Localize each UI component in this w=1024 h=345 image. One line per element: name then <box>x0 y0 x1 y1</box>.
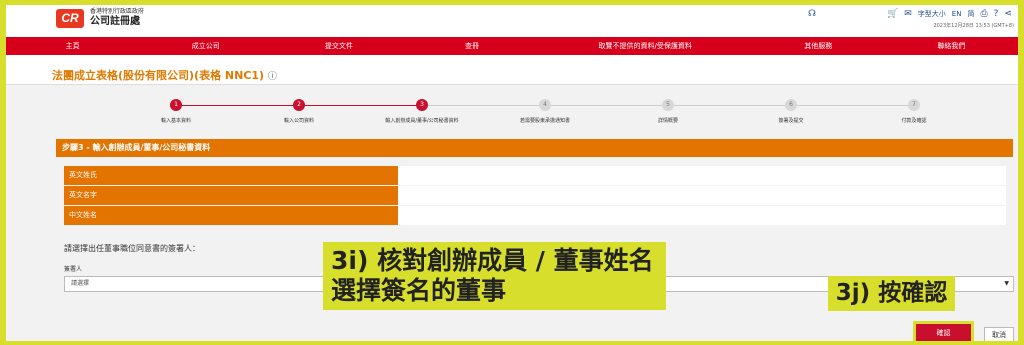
step-dot: 3 <box>416 99 428 111</box>
step-label: 輸入基本資料 <box>160 118 191 124</box>
field-label: 中文姓名 <box>64 206 398 225</box>
confirm-button[interactable]: 確認 <box>916 324 971 341</box>
field-value <box>398 186 1006 205</box>
step-label: 輸入公司資料 <box>283 118 314 124</box>
field-value <box>398 206 1006 225</box>
nav-search[interactable]: 查冊 <box>405 37 538 55</box>
stepper: 1 輸入基本資料 2 輸入公司資料 3 輸入創辦成員/董事/公司秘書資料 4 若… <box>126 99 966 131</box>
step-1: 1 輸入基本資料 <box>126 99 226 124</box>
step-2: 2 輸入公司資料 <box>249 99 349 124</box>
step-label: 付款及確認 <box>901 118 927 124</box>
site-header: CR 香港特別行政區政府 公司註冊處 ☊ 🛒 ✉ 字型大小 EN 简 ⎙ ? ⋖… <box>6 5 1018 37</box>
office-name: 公司註冊處 <box>90 16 140 27</box>
nav-contact[interactable]: 聯絡我們 <box>885 37 1018 55</box>
annotation-callout-3j: 3j) 按確認 <box>828 276 955 311</box>
info-icon[interactable]: ⓘ <box>268 72 277 82</box>
nav-home[interactable]: 主頁 <box>6 37 139 55</box>
cr-logo[interactable]: CR <box>56 9 84 28</box>
main-nav: 主頁 成立公司 提交文件 查冊 取覽不提供的資料/受保護資料 其他服務 聯絡我們 <box>6 37 1018 55</box>
step-4: 4 若需要股東承擔通知書 <box>495 99 595 124</box>
headset-icon[interactable]: ☊ <box>808 9 816 19</box>
signer-question: 請選擇出任董事職位同意書的簽署人： <box>64 244 200 253</box>
field-given-name: 英文名字 <box>64 186 1006 205</box>
header-tools: 🛒 ✉ 字型大小 EN 简 ⎙ ? ⋖ <box>887 9 1012 19</box>
step-dot: 1 <box>170 99 182 111</box>
step-3: 3 輸入創辦成員/董事/公司秘書資料 <box>372 99 472 124</box>
cancel-button[interactable]: 取消 <box>984 327 1014 341</box>
field-surname: 英文姓氏 <box>64 166 1006 185</box>
lang-tc-link[interactable]: 简 <box>967 9 974 19</box>
step-7: 7 付款及確認 <box>864 99 964 124</box>
step-dot: 4 <box>539 99 551 111</box>
print-icon[interactable]: ⎙ <box>980 9 987 19</box>
nav-protected-info[interactable]: 取覽不提供的資料/受保護資料 <box>539 37 752 55</box>
confirm-button-highlight: 確認 <box>913 321 974 341</box>
step-dot: 5 <box>662 99 674 111</box>
font-size-link[interactable]: 字型大小 <box>918 9 946 19</box>
nav-submit[interactable]: 提交文件 <box>272 37 405 55</box>
cart-icon[interactable]: 🛒 <box>887 9 898 19</box>
logo-text: 香港特別行政區政府 公司註冊處 <box>90 8 144 28</box>
help-icon[interactable]: ? <box>994 9 999 19</box>
step-6: 6 簽署及提交 <box>741 99 841 124</box>
step-label: 若需要股東承擔通知書 <box>519 118 570 124</box>
step-dot: 7 <box>908 99 920 111</box>
page-title-text: 法團成立表格(股份有限公司)(表格 NNC1) <box>52 69 265 82</box>
chevron-down-icon: ▼ <box>1004 280 1009 287</box>
datetime: 2023年12月28日 13:53 (GMT+8) <box>933 23 1014 29</box>
annotation-line: 選擇簽名的董事 <box>331 276 507 305</box>
step-label: 簽署及提交 <box>778 118 804 124</box>
lang-en-link[interactable]: EN <box>952 10 962 18</box>
step-dot: 6 <box>785 99 797 111</box>
field-chinese-name: 中文姓名 <box>64 206 1006 225</box>
signer-label: 簽署人 <box>64 266 83 273</box>
page-title: 法團成立表格(股份有限公司)(表格 NNC1) ⓘ <box>52 67 277 83</box>
section-header: 步驟3 - 輸入創辦成員/董事/公司秘書資料 <box>56 139 1013 157</box>
mail-icon[interactable]: ✉ <box>904 9 912 19</box>
step-label: 詳情概要 <box>657 118 678 124</box>
annotation-callout-3i: 3i) 核對創辦成員 / 董事姓名 選擇簽名的董事 <box>323 242 666 310</box>
gov-line: 香港特別行政區政府 <box>90 8 145 15</box>
select-value: 請選擇 <box>71 280 90 287</box>
step-dot: 2 <box>293 99 305 111</box>
annotation-line: 3i) 核對創辦成員 / 董事姓名 <box>331 246 654 275</box>
field-label: 英文姓氏 <box>64 166 398 185</box>
nav-other-services[interactable]: 其他服務 <box>752 37 885 55</box>
step-label: 輸入創辦成員/董事/公司秘書資料 <box>385 118 459 124</box>
field-value <box>398 166 1006 185</box>
share-icon[interactable]: ⋖ <box>1004 9 1012 19</box>
field-label: 英文名字 <box>64 186 398 205</box>
nav-incorporate[interactable]: 成立公司 <box>139 37 272 55</box>
step-5: 5 詳情概要 <box>618 99 718 124</box>
browser-page: CR 香港特別行政區政府 公司註冊處 ☊ 🛒 ✉ 字型大小 EN 简 ⎙ ? ⋖… <box>6 5 1018 341</box>
